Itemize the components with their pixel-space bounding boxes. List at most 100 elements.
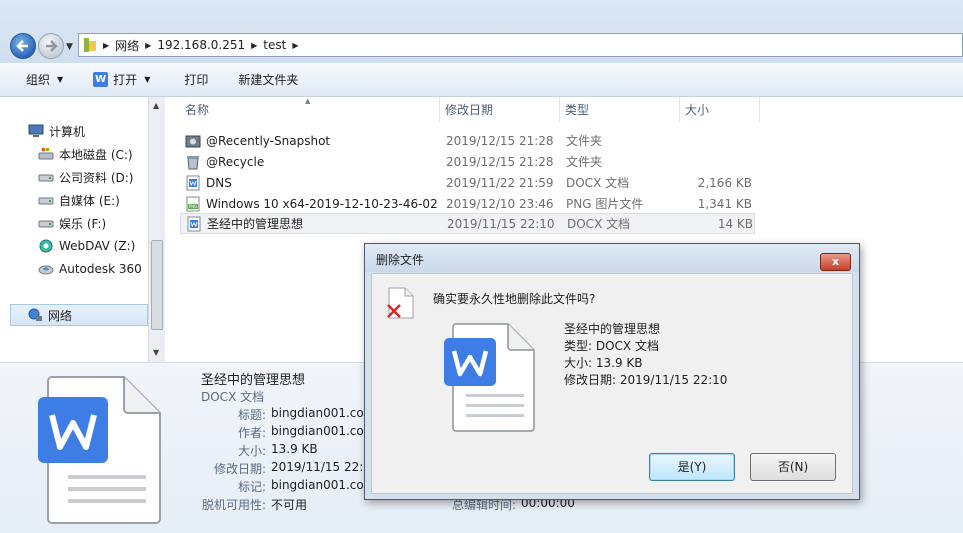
breadcrumb-folder[interactable]: test — [263, 38, 286, 52]
details-author-value[interactable]: bingdian001.com — [271, 424, 375, 438]
no-button[interactable]: 否(N) — [750, 453, 836, 481]
column-header-date[interactable]: 修改日期 — [440, 97, 560, 123]
chevron-down-icon: ▼ — [57, 75, 64, 84]
open-button[interactable]: W 打开 ▼ — [75, 63, 162, 96]
file-row[interactable]: @Recycle 2019/12/15 21:28 文件夹 — [180, 151, 755, 172]
file-size: 14 KB — [717, 216, 753, 231]
column-header-name[interactable]: 名称 — [180, 97, 440, 123]
details-offline-label: 脱机可用性: — [201, 498, 266, 512]
details-size-label: 大小: — [237, 444, 266, 458]
column-header-type[interactable]: 类型 — [560, 97, 680, 123]
docx-large-icon — [38, 376, 161, 524]
organize-button[interactable]: 组织 ▼ — [0, 63, 75, 96]
scroll-thumb[interactable] — [151, 240, 163, 330]
details-modified-label: 修改日期: — [213, 462, 266, 476]
nav-item-drive-f[interactable]: 娱乐 (F:) — [38, 212, 106, 234]
system-drive-icon — [38, 148, 54, 160]
details-title-label: 标题: — [237, 408, 266, 422]
new-folder-label: 新建文件夹 — [238, 73, 299, 87]
nav-item-network[interactable]: 网络 — [10, 304, 148, 326]
nav-scrollbar[interactable]: ▲ ▼ — [148, 97, 165, 362]
file-name: 圣经中的管理思想 — [207, 217, 304, 231]
file-row[interactable]: DNS 2019/11/22 21:59 DOCX 文档 2,166 KB — [180, 172, 755, 193]
delete-file-dialog: 删除文件 x 确实要永久性地删除此文件吗? 圣经中的管理思想 类型: DOCX … — [364, 243, 860, 500]
command-bar: 组织 ▼ W 打开 ▼ 打印 新建文件夹 — [0, 63, 963, 97]
back-button[interactable] — [10, 33, 36, 59]
webdav-drive-icon — [39, 239, 53, 253]
column-headers: 名称 修改日期 类型 大小 — [180, 97, 760, 123]
file-size: 2,166 KB — [697, 175, 752, 190]
dialog-body: 确实要永久性地删除此文件吗? 圣经中的管理思想 类型: DOCX 文档 大小: … — [371, 273, 853, 494]
png-icon: PNG — [186, 196, 200, 211]
scroll-up-icon[interactable]: ▲ — [153, 101, 159, 110]
file-name: @Recently-Snapshot — [206, 133, 331, 148]
details-filename: 圣经中的管理思想 — [201, 373, 306, 388]
snapshot-folder-icon — [185, 135, 201, 147]
scroll-down-icon[interactable]: ▼ — [153, 348, 159, 357]
dialog-question: 确实要永久性地删除此文件吗? — [433, 292, 596, 306]
close-icon: x — [831, 255, 840, 268]
details-modified-value: 2019/11/15 22:10 — [271, 460, 379, 474]
arrow-left-icon — [16, 40, 28, 52]
network-icon — [28, 308, 42, 321]
nav-item-computer[interactable]: 计算机 — [28, 120, 85, 142]
file-name: Windows 10 x64-2019-12-10-23-46-02 — [206, 196, 438, 211]
column-header-size[interactable]: 大小 — [680, 97, 760, 123]
dialog-file-size: 大小: 13.9 KB — [564, 356, 643, 370]
nav-label: WebDAV (Z:) — [59, 239, 136, 253]
dialog-file-type: 类型: DOCX 文档 — [564, 339, 659, 353]
breadcrumb-separator-icon[interactable]: ▶ — [292, 41, 298, 50]
network-location-icon — [84, 38, 96, 52]
nav-label: 网络 — [48, 308, 73, 323]
details-filetype: DOCX 文档 — [201, 390, 265, 404]
breadcrumb-separator-icon[interactable]: ▶ — [145, 41, 151, 50]
nav-item-drive-e[interactable]: 自媒体 (E:) — [38, 189, 120, 211]
file-row[interactable]: @Recently-Snapshot 2019/12/15 21:28 文件夹 — [180, 130, 755, 151]
new-folder-button[interactable]: 新建文件夹 — [220, 63, 310, 96]
address-bar[interactable]: ▶ 网络 ▶ 192.168.0.251 ▶ test ▶ — [78, 33, 963, 57]
print-label: 打印 — [184, 73, 209, 87]
file-date: 2019/11/15 22:10 — [447, 216, 555, 231]
file-name: @Recycle — [206, 154, 265, 169]
details-title-value[interactable]: bingdian001.com — [271, 406, 375, 420]
navigation-pane: 计算机 本地磁盘 (C:) 公司资料 (D:) 自媒体 (E:) 娱乐 (F:)… — [0, 97, 165, 362]
breadcrumb-separator-icon[interactable]: ▶ — [251, 41, 257, 50]
chevron-down-icon: ▼ — [144, 75, 151, 84]
arrow-right-icon — [46, 40, 58, 52]
wps-writer-icon: W — [93, 72, 109, 87]
delete-file-icon — [387, 287, 414, 319]
nav-item-drive-z[interactable]: WebDAV (Z:) — [38, 235, 135, 257]
cloud-drive-icon — [38, 265, 54, 275]
nav-label: Autodesk 360 — [59, 262, 142, 276]
window-header: ▼ ▶ 网络 ▶ 192.168.0.251 ▶ test ▶ — [0, 0, 963, 63]
file-name: DNS — [206, 175, 232, 190]
close-button[interactable]: x — [820, 253, 851, 271]
dialog-file-name: 圣经中的管理思想 — [564, 322, 661, 336]
nav-item-autodesk[interactable]: Autodesk 360 — [38, 258, 142, 280]
print-button[interactable]: 打印 — [162, 63, 220, 96]
breadcrumb-network[interactable]: 网络 — [115, 37, 139, 54]
docx-icon — [186, 175, 200, 190]
file-row[interactable]: PNG Windows 10 x64-2019-12-10-23-46-02 2… — [180, 193, 755, 214]
recent-pages-dropdown-icon[interactable]: ▼ — [66, 42, 73, 52]
breadcrumb-host[interactable]: 192.168.0.251 — [157, 38, 245, 52]
file-size: 1,341 KB — [697, 196, 752, 211]
file-type: PNG 图片文件 — [566, 197, 644, 211]
nav-label: 自媒体 (E:) — [59, 193, 120, 208]
hard-drive-icon — [38, 220, 54, 228]
dialog-titlebar[interactable]: 删除文件 x — [365, 244, 859, 272]
file-date: 2019/12/15 21:28 — [446, 154, 554, 169]
file-date: 2019/12/10 23:46 — [446, 196, 554, 211]
recycle-bin-icon — [187, 155, 199, 169]
breadcrumb-separator-icon[interactable]: ▶ — [103, 41, 109, 50]
details-tags-value[interactable]: bingdian001.com — [271, 478, 375, 492]
file-row-selected[interactable]: 圣经中的管理思想 2019/11/15 22:10 DOCX 文档 14 KB — [180, 213, 755, 234]
details-author-label: 作者: — [237, 426, 266, 440]
details-offline-value: 不可用 — [271, 498, 308, 512]
forward-button[interactable] — [38, 33, 64, 59]
nav-item-drive-c[interactable]: 本地磁盘 (C:) — [38, 143, 133, 165]
file-date: 2019/12/15 21:28 — [446, 133, 554, 148]
nav-label: 本地磁盘 (C:) — [59, 147, 133, 162]
nav-item-drive-d[interactable]: 公司资料 (D:) — [38, 166, 133, 188]
yes-button[interactable]: 是(Y) — [649, 453, 735, 481]
